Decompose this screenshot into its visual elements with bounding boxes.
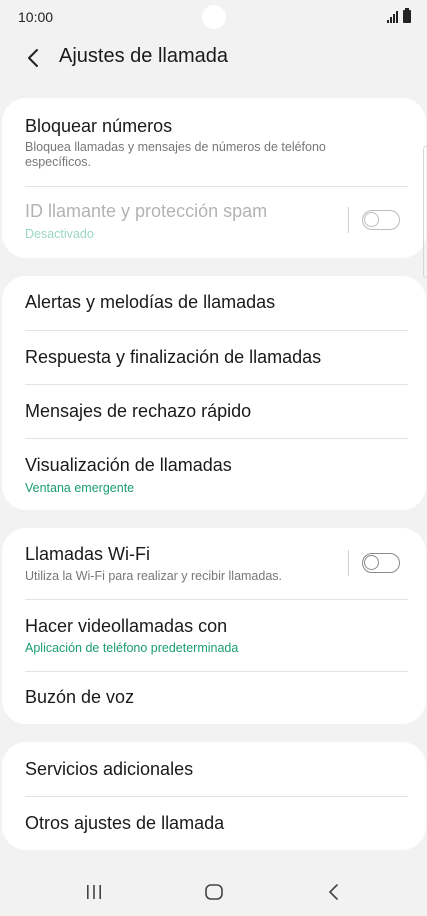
card-alerts: Alertas y melodías de llamadas Respuesta…	[2, 276, 426, 510]
block-numbers-subtitle: Bloquea llamadas y mensajes de números d…	[25, 140, 326, 169]
video-calls-item[interactable]: Hacer videollamadas con Aplicación de te…	[2, 600, 426, 671]
caller-id-status: Desactivado	[25, 227, 94, 241]
block-numbers-item[interactable]: Bloquear números Bloquea llamadas y mens…	[2, 98, 426, 186]
ringtones-item[interactable]: Alertas y melodías de llamadas	[2, 276, 426, 330]
voicemail-title: Buzón de voz	[25, 687, 135, 707]
camera-cutout	[202, 5, 226, 29]
voicemail-item[interactable]: Buzón de voz	[2, 672, 426, 724]
call-display-title: Visualización de llamadas	[25, 455, 232, 475]
wifi-calling-item[interactable]: Llamadas Wi-Fi Utiliza la Wi-Fi para rea…	[2, 528, 426, 599]
block-numbers-title: Bloquear números	[25, 116, 173, 136]
supplementary-item[interactable]: Servicios adicionales	[2, 742, 426, 796]
app-header: Ajustes de llamada	[0, 38, 427, 78]
other-settings-title: Otros ajustes de llamada	[25, 813, 225, 833]
call-display-item[interactable]: Visualización de llamadas Ventana emerge…	[2, 439, 426, 510]
scroll-indicator[interactable]	[423, 146, 427, 278]
separator	[348, 207, 349, 233]
card-wifi: Llamadas Wi-Fi Utiliza la Wi-Fi para rea…	[2, 528, 426, 724]
page-title: Ajustes de llamada	[59, 45, 228, 67]
answer-end-title: Respuesta y finalización de llamadas	[25, 347, 322, 367]
supplementary-title: Servicios adicionales	[25, 759, 194, 779]
wifi-calling-subtitle: Utiliza la Wi-Fi para realizar y recibir…	[25, 569, 283, 583]
video-calls-title: Hacer videollamadas con	[25, 616, 228, 636]
navigation-bar	[0, 866, 427, 916]
back-arrow-icon[interactable]	[20, 44, 48, 72]
back-icon[interactable]	[320, 878, 348, 906]
card-more: Servicios adicionales Otros ajustes de l…	[2, 742, 426, 850]
recents-icon[interactable]	[80, 878, 108, 906]
status-time: 10:00	[18, 9, 54, 25]
card-blocking: Bloquear números Bloquea llamadas y mens…	[2, 98, 426, 258]
video-calls-subtitle: Aplicación de teléfono predeterminada	[25, 641, 239, 655]
caller-id-item[interactable]: ID llamante y protección spam Desactivad…	[2, 187, 426, 258]
status-icons	[387, 8, 411, 23]
signal-icon	[387, 11, 398, 23]
wifi-calling-title: Llamadas Wi-Fi	[25, 544, 151, 564]
other-settings-item[interactable]: Otros ajustes de llamada	[2, 797, 426, 850]
status-bar: 10:00	[0, 0, 427, 34]
call-display-subtitle: Ventana emergente	[25, 481, 135, 495]
home-icon[interactable]	[200, 878, 228, 906]
answer-end-item[interactable]: Respuesta y finalización de llamadas	[2, 331, 426, 385]
wifi-calling-toggle[interactable]	[362, 553, 400, 573]
quick-decline-item[interactable]: Mensajes de rechazo rápido	[2, 385, 426, 439]
ringtones-title: Alertas y melodías de llamadas	[25, 292, 276, 312]
toggle-knob	[364, 555, 379, 570]
caller-id-toggle[interactable]	[362, 210, 400, 230]
quick-decline-title: Mensajes de rechazo rápido	[25, 401, 252, 421]
separator	[348, 550, 349, 576]
toggle-knob	[364, 212, 379, 227]
caller-id-title: ID llamante y protección spam	[25, 201, 268, 221]
battery-icon	[403, 8, 411, 23]
